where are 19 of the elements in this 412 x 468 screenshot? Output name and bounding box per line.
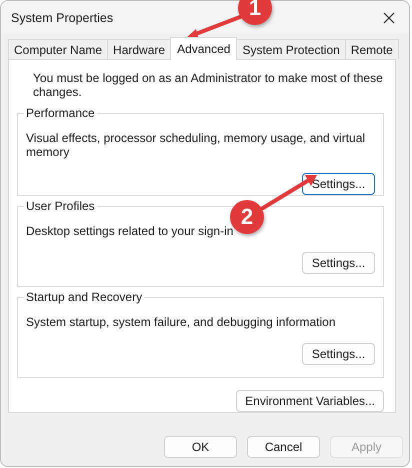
close-icon[interactable] [383,12,395,24]
window-title: System Properties [11,10,114,24]
tab[interactable]: Computer Name [8,39,108,59]
tab[interactable]: Advanced [170,37,238,60]
settings-button[interactable]: Settings... [302,173,375,195]
dialog-button[interactable]: OK [164,436,237,458]
group-description: Visual effects, processor scheduling, memory usage, and virtual memory [26,131,366,159]
tab[interactable]: System Protection [236,39,346,59]
admin-note: You must be logged on as an Administrator to make most of these changes. [32,71,384,99]
dialog-button[interactable]: Cancel [247,436,320,458]
group-title: User Profiles [24,199,97,213]
tab[interactable]: Remote [344,39,399,59]
settings-button[interactable]: Settings... [302,252,375,274]
group-description: System startup, system failure, and debugging information [26,315,336,329]
environment-variables-button[interactable]: Environment Variables... [236,390,384,412]
settings-button[interactable]: Settings... [302,343,375,365]
arrow [186,15,242,40]
group-title: Startup and Recovery [24,290,144,304]
group-title: Performance [24,106,97,120]
